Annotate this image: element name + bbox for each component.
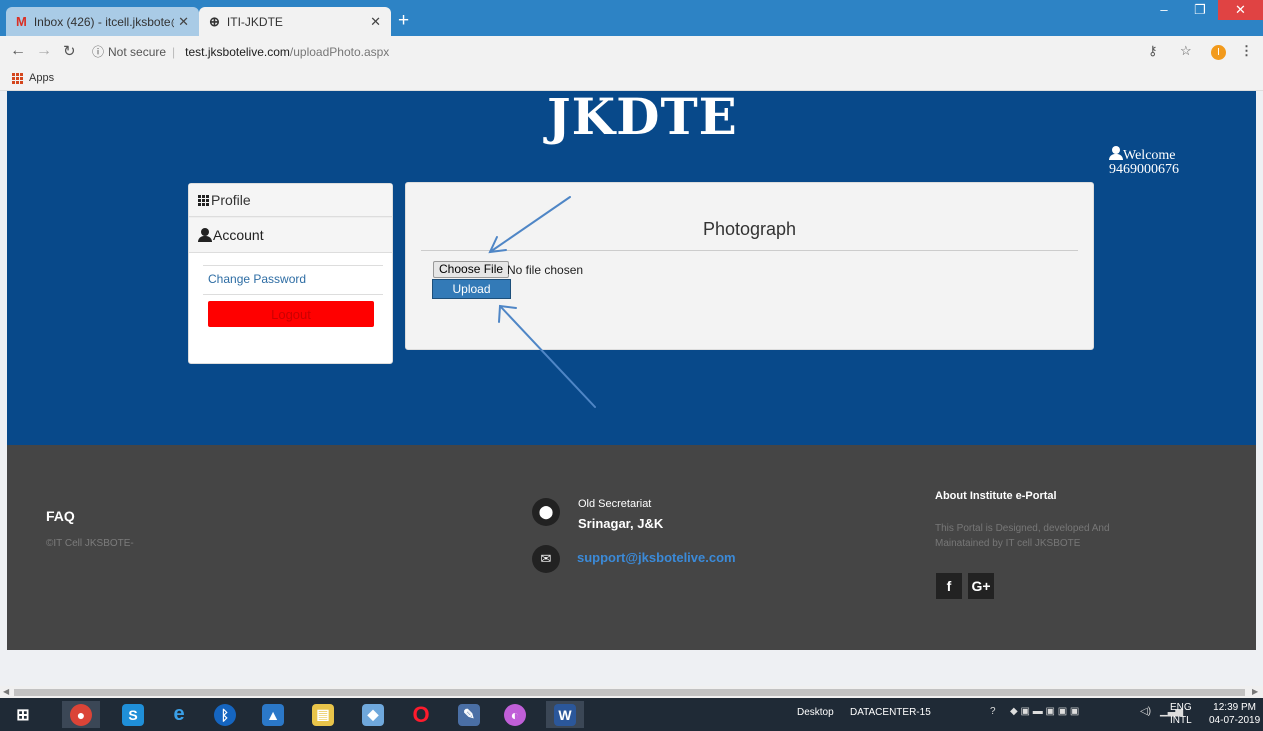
taskbar-bluetooth[interactable]: ᛒ: [206, 701, 244, 728]
copyright-text: ©IT Cell JKSBOTE-: [46, 538, 134, 549]
panel-title: Photograph: [702, 219, 797, 239]
star-icon[interactable]: ☆: [1180, 43, 1192, 59]
close-tab-icon[interactable]: ✕: [370, 14, 381, 30]
gmail-icon: M: [16, 14, 27, 29]
facebook-icon[interactable]: f: [936, 573, 962, 599]
app-icon: ◆: [362, 703, 384, 726]
address-bar: ← → ↻ ⓘ Not secure | test.jksbotelive.co…: [0, 36, 1263, 67]
change-password-link[interactable]: Change Password: [208, 272, 306, 286]
help-icon[interactable]: ?: [990, 706, 996, 717]
globe-icon: ⊕: [209, 13, 220, 29]
user-icon: [1109, 146, 1123, 160]
forward-icon[interactable]: →: [36, 42, 52, 60]
choose-file-button[interactable]: Choose File: [433, 261, 510, 278]
volume-icon[interactable]: ◁): [1140, 706, 1151, 717]
restore-icon[interactable]: ❐: [1182, 0, 1218, 20]
back-icon[interactable]: ←: [10, 42, 26, 60]
taskbar-ie[interactable]: e: [160, 701, 198, 728]
bluetooth-icon: ᛒ: [214, 703, 236, 726]
close-window-icon[interactable]: ✕: [1218, 0, 1263, 20]
sidebar-panel: Profile Account Change Password Logout: [188, 183, 393, 364]
about-heading: About Institute e-Portal: [935, 490, 1057, 502]
sidebar-item-account[interactable]: Account: [189, 217, 392, 253]
tab-title: ITI-JKDTE: [226, 14, 283, 29]
user-id: 9469000676: [1109, 162, 1179, 177]
welcome-label: Welcome: [1123, 148, 1176, 163]
language-indicator[interactable]: ENG INTL: [1170, 701, 1192, 727]
photograph-panel: Photograph Choose File No file chosen Up…: [405, 182, 1094, 350]
minimize-icon[interactable]: –: [1146, 0, 1182, 20]
taskbar-app[interactable]: ◆: [354, 701, 392, 728]
internet-explorer-icon: e: [173, 703, 185, 725]
app-icon: ✎: [458, 703, 480, 726]
url-text: test.jksbotelive.com/uploadPhoto.aspx: [185, 44, 390, 59]
tray-icons[interactable]: ◆ ▣ ▬ ▣ ▣ ▣: [1010, 706, 1079, 717]
start-button[interactable]: ⊞: [4, 701, 42, 728]
tab-gmail[interactable]: M Inbox (426) - itcell.jksbote@gma ✕: [6, 7, 199, 36]
browser-tab-strip: M Inbox (426) - itcell.jksbote@gma ✕ ⊕ I…: [0, 0, 1263, 36]
close-tab-icon[interactable]: ✕: [178, 14, 189, 30]
windows-taskbar: ⊞ ● S e ᛒ ▲ ▤ ◆ O ✎ ◐ W Desktop DATACENT…: [0, 698, 1263, 731]
google-plus-icon[interactable]: G+: [968, 573, 994, 599]
file-status-text: No file chosen: [507, 263, 584, 277]
taskbar-chrome[interactable]: ●: [62, 701, 100, 728]
th-icon: [198, 194, 209, 206]
about-text: This Portal is Designed, developed And M…: [935, 523, 1110, 549]
reload-icon[interactable]: ↻: [63, 42, 76, 60]
apps-bookmark[interactable]: Apps: [12, 72, 54, 84]
tab-title: Inbox (426) - itcell.jksbote@gma: [33, 14, 174, 29]
word-icon: W: [554, 703, 576, 726]
map-marker-icon: ⬤: [532, 498, 560, 526]
app-icon: ▲: [262, 703, 284, 726]
desktop-label[interactable]: Desktop: [797, 707, 834, 718]
folder-icon: ▤: [312, 703, 334, 726]
address-line-2: Srinagar, J&K: [578, 516, 664, 531]
url-field[interactable]: ⓘ Not secure | test.jksbotelive.com/uplo…: [92, 41, 1137, 62]
clock[interactable]: 12:39 PM 04-07-2019: [1209, 701, 1260, 727]
site-logo: JKDTE: [547, 87, 738, 146]
sidebar-item-label: Profile: [211, 192, 251, 208]
divider: [421, 250, 1078, 251]
skype-icon: S: [122, 703, 144, 726]
datacenter-label[interactable]: DATACENTER-15: [850, 707, 931, 718]
windows-icon: ⊞: [16, 706, 30, 724]
user-icon: [198, 228, 212, 242]
opera-icon: O: [412, 701, 430, 727]
hero-section: JKDTE Welcome 9469000676 Profile Account…: [7, 87, 1256, 445]
window-controls: – ❐ ✕: [1146, 0, 1263, 20]
info-icon[interactable]: ⓘ: [92, 43, 104, 60]
sidebar-item-label: Account: [213, 227, 264, 243]
faq-heading[interactable]: FAQ: [46, 508, 75, 524]
scrollbar-thumb[interactable]: [14, 689, 1245, 696]
taskbar-app[interactable]: ✎: [450, 701, 488, 728]
apps-label: Apps: [29, 72, 55, 84]
divider: [203, 294, 383, 295]
taskbar-explorer[interactable]: ▤: [304, 701, 342, 728]
logout-button[interactable]: Logout: [208, 301, 374, 327]
tab-iti-jkdte[interactable]: ⊕ ITI-JKDTE ✕: [199, 7, 391, 36]
sidebar-item-profile[interactable]: Profile: [189, 184, 392, 217]
taskbar-opera[interactable]: O: [402, 701, 440, 728]
site-footer: FAQ ©IT Cell JKSBOTE- ⬤ Old Secretariat …: [7, 445, 1256, 650]
envelope-icon: ✉: [532, 545, 560, 573]
profile-avatar[interactable]: I: [1211, 45, 1226, 60]
new-tab-button[interactable]: +: [398, 10, 409, 32]
apps-icon: [12, 72, 23, 84]
taskbar-app[interactable]: ◐: [496, 701, 534, 728]
upload-button[interactable]: Upload: [432, 279, 511, 299]
address-line-1: Old Secretariat: [578, 498, 652, 510]
chrome-icon: ●: [70, 703, 92, 726]
security-label: Not secure: [108, 44, 167, 59]
taskbar-word[interactable]: W: [546, 701, 584, 728]
support-email-link[interactable]: support@jksbotelive.com: [577, 550, 736, 565]
app-icon: ◐: [504, 703, 526, 726]
menu-icon[interactable]: ⋮: [1240, 43, 1253, 59]
scroll-left-icon[interactable]: ◀: [3, 687, 9, 696]
welcome-block: Welcome 9469000676: [1109, 146, 1179, 177]
divider: [203, 265, 383, 266]
taskbar-app[interactable]: S: [114, 701, 152, 728]
key-icon[interactable]: ⚷: [1148, 43, 1158, 59]
taskbar-app[interactable]: ▲: [254, 701, 292, 728]
scroll-right-icon[interactable]: ▶: [1252, 687, 1258, 696]
